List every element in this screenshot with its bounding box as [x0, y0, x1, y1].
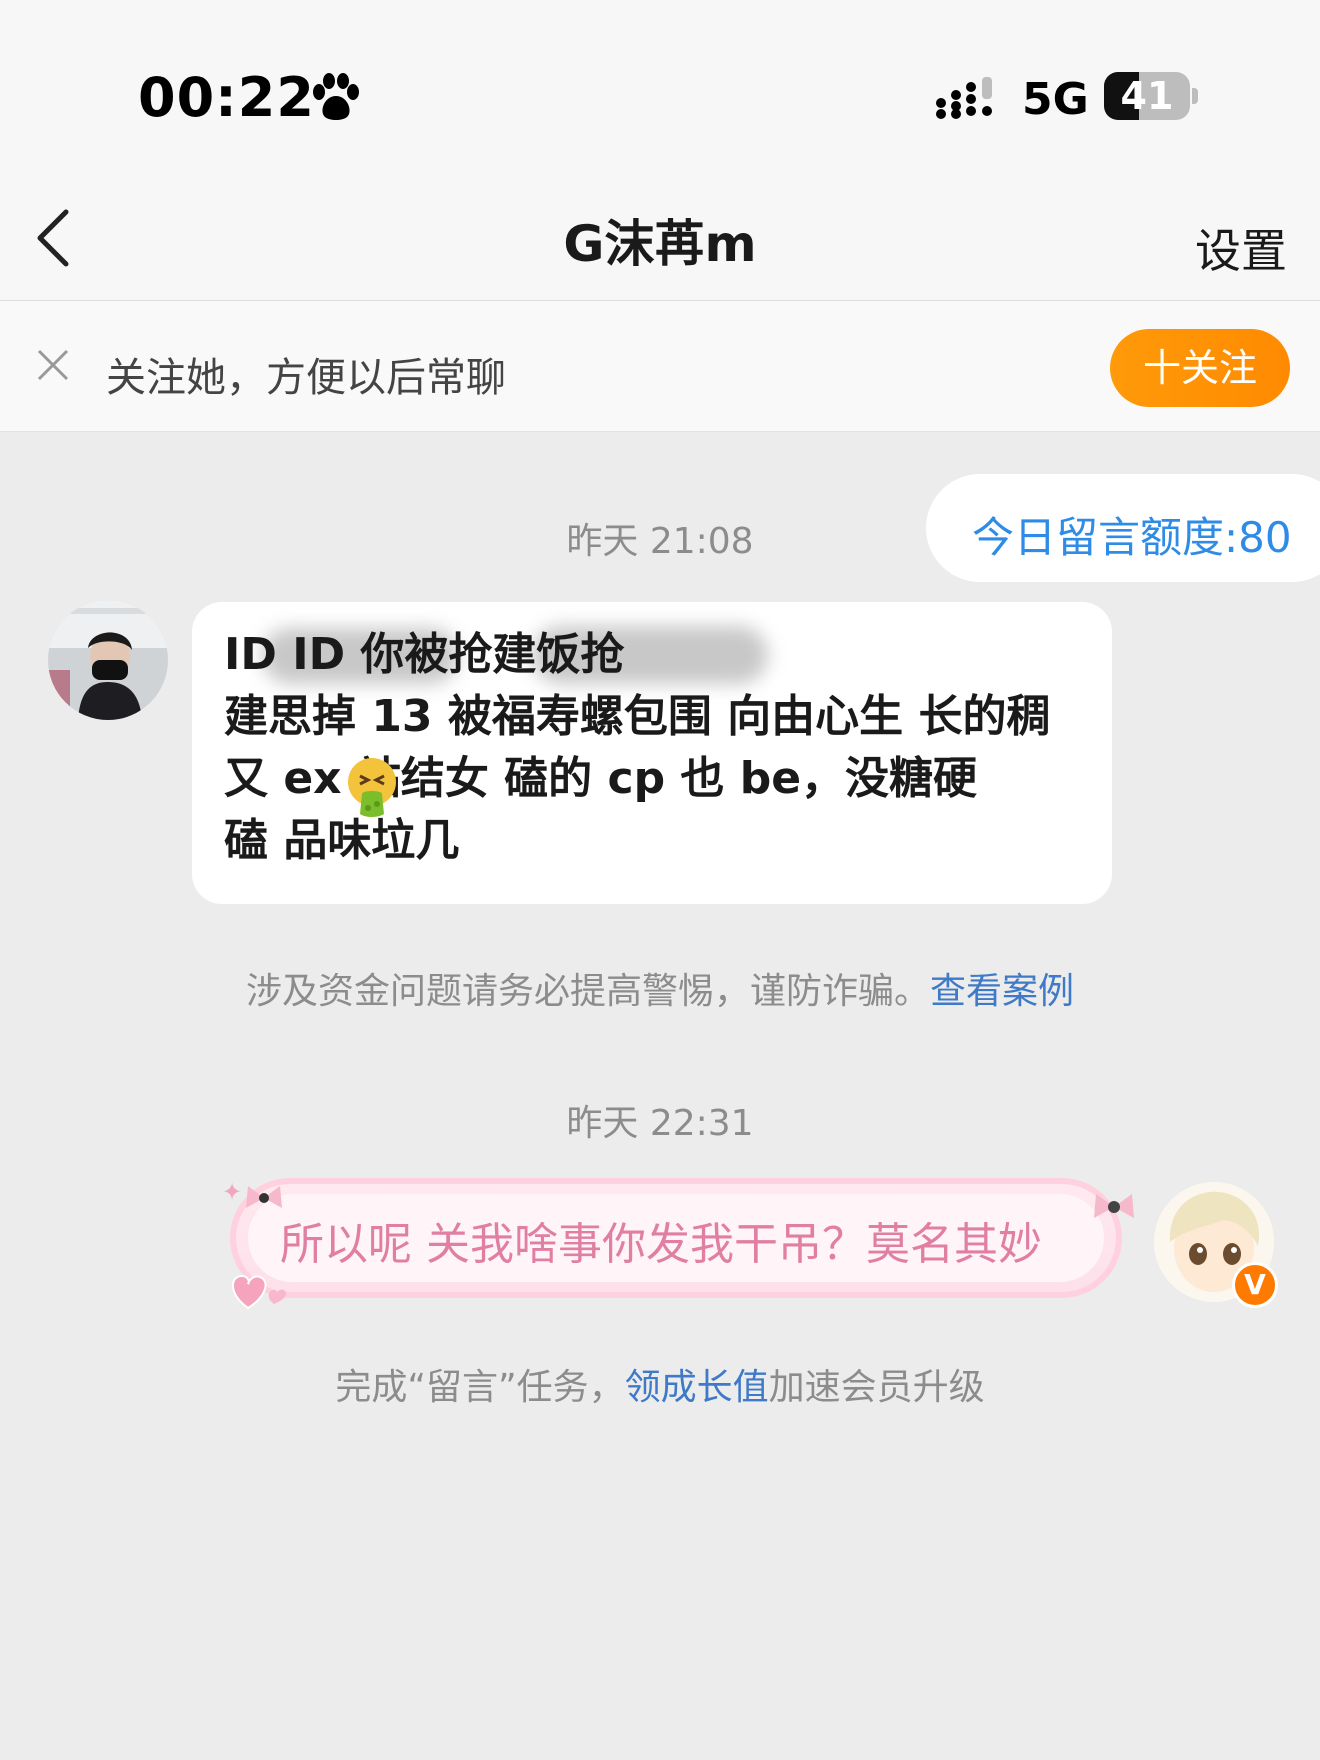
avatar[interactable]: [48, 600, 168, 720]
vip-badge-icon: V: [1232, 1262, 1278, 1308]
paw-icon: [313, 73, 359, 120]
message-text: ID ID 你被抢建饭抢 建思掉 13 被福寿螺包围 向由心生 长的稠 又 ex…: [224, 624, 1084, 872]
heart-decoration: [232, 1274, 286, 1310]
sender-avatar-image: [48, 600, 168, 720]
timestamp: 昨天 21:08: [566, 521, 754, 562]
status-time: 00:22: [138, 66, 315, 129]
fraud-warning: 涉及资金问题请务必提高警惕，谨防诈骗。查看案例: [0, 962, 1320, 1014]
network-label: 5G: [1022, 74, 1089, 125]
bow-decoration: [1094, 1194, 1134, 1218]
task-tip-prefix: 完成“留言”任务，: [335, 1367, 625, 1408]
follow-banner: 关注她，方便以后常聊 十关注: [0, 301, 1320, 432]
bow-decoration: [246, 1186, 282, 1208]
close-icon[interactable]: [36, 348, 70, 382]
follow-prompt-text: 关注她，方便以后常聊: [106, 355, 506, 401]
incoming-message-bubble[interactable]: ID ID 你被抢建饭抢 建思掉 13 被福寿螺包围 向由心生 长的稠 又 ex…: [192, 602, 1112, 904]
settings-button[interactable]: 设置: [1195, 215, 1287, 281]
nav-bar: G沫苒m 设置: [0, 170, 1320, 301]
timestamp: 昨天 22:31: [566, 1103, 754, 1144]
status-bar: 00:22 5G 41: [0, 0, 1320, 170]
sparkle-decoration: ✦: [222, 1178, 243, 1206]
fraud-warning-text: 涉及资金问题请务必提高警惕，谨防诈骗。: [245, 971, 930, 1012]
message-line: 磕 品味垃几: [224, 815, 460, 866]
message-text: 所以呢 关我啥事你发我干吊？莫名其妙: [280, 1219, 1042, 1270]
chevron-left-icon[interactable]: [30, 206, 80, 270]
task-tip-suffix: 加速会员升级: [768, 1367, 985, 1408]
battery-icon: 41: [1104, 72, 1198, 122]
battery-level: 41: [1120, 74, 1174, 118]
signal-icon: [936, 77, 992, 119]
follow-button[interactable]: 十关注: [1110, 329, 1290, 407]
nauseated-face-icon: [348, 758, 396, 817]
outgoing-message-bubble[interactable]: 所以呢 关我啥事你发我干吊？莫名其妙: [230, 1178, 1122, 1298]
message-line: ID ID 你被抢建饭抢: [224, 629, 625, 680]
growth-value-link[interactable]: 领成长值: [625, 1367, 769, 1408]
page-title: G沫苒m: [563, 215, 757, 273]
view-cases-link[interactable]: 查看案例: [930, 971, 1074, 1012]
message-line: 建思掉 13 被福寿螺包围 向由心生 长的稠: [224, 691, 1051, 742]
task-tip: 完成“留言”任务，领成长值加速会员升级: [0, 1358, 1320, 1410]
